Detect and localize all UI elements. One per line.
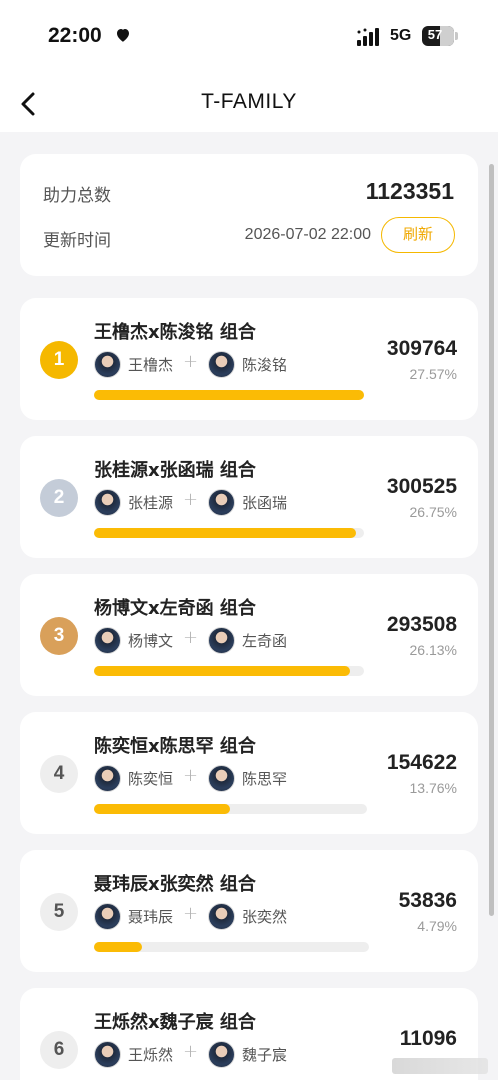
vote-count: 300525 xyxy=(386,475,457,498)
vote-percent: 27.57% xyxy=(409,366,457,382)
vote-count: 293508 xyxy=(386,613,457,636)
member-name: 张奕然 xyxy=(242,907,288,926)
progress-track xyxy=(94,390,364,400)
member-two: 左奇函 xyxy=(208,626,287,654)
group-name: 陈奕恒x陈思罕 组合 xyxy=(94,736,256,757)
vote-percent: 26.13% xyxy=(409,642,457,658)
avatar xyxy=(208,764,235,792)
progress-fill xyxy=(94,666,350,676)
rank-card[interactable]: 3 杨博文x左奇函 组合 杨博文 + 左奇函 293508 26.13% xyxy=(20,574,478,696)
progress-track xyxy=(94,804,367,814)
member-name: 陈思罕 xyxy=(242,769,288,788)
vote-count: 154622 xyxy=(386,751,457,774)
avatar xyxy=(208,902,235,930)
battery-level: 57 xyxy=(427,27,443,42)
progress-fill xyxy=(94,390,364,400)
avatar xyxy=(94,1040,121,1068)
updated-label: 更新时间 xyxy=(43,231,111,251)
signal-icon xyxy=(357,28,379,46)
network-label: 5G xyxy=(390,27,412,44)
total-label: 助力总数 xyxy=(43,186,111,206)
member-name: 陈奕恒 xyxy=(128,769,174,788)
total-value: 1123351 xyxy=(365,178,454,204)
rank-badge: 5 xyxy=(40,893,78,931)
progress-fill xyxy=(94,528,356,538)
member-name: 聂玮辰 xyxy=(128,907,174,926)
plus-icon: + xyxy=(183,1041,199,1062)
member-two: 张函瑞 xyxy=(208,488,287,516)
status-time: 22:00 xyxy=(48,24,102,47)
avatar xyxy=(208,350,235,378)
vote-percent: 13.76% xyxy=(409,780,457,796)
rank-badge: 4 xyxy=(40,755,78,793)
progress-track xyxy=(94,666,364,676)
plus-icon: + xyxy=(183,489,199,510)
heart-icon xyxy=(117,29,129,42)
status-bar: 22:00 5G 57 xyxy=(0,0,498,74)
member-name: 杨博文 xyxy=(128,631,174,650)
member-two: 陈浚铭 xyxy=(208,350,287,378)
member-one: 张桂源 xyxy=(94,488,173,516)
member-two: 张奕然 xyxy=(208,902,287,930)
member-name: 王烁然 xyxy=(128,1045,174,1064)
battery-icon: 57 xyxy=(422,26,454,46)
member-one: 王烁然 xyxy=(94,1040,173,1068)
group-name: 王烁然x魏子宸 组合 xyxy=(94,1012,256,1033)
member-name: 陈浚铭 xyxy=(242,355,288,374)
avatar xyxy=(94,350,121,378)
member-one: 陈奕恒 xyxy=(94,764,173,792)
rank-card[interactable]: 2 张桂源x张函瑞 组合 张桂源 + 张函瑞 300525 26.75% xyxy=(20,436,478,558)
member-two: 魏子宸 xyxy=(208,1040,287,1068)
member-two: 陈思罕 xyxy=(208,764,287,792)
member-one: 王橹杰 xyxy=(94,350,173,378)
vote-count: 309764 xyxy=(386,337,457,360)
member-one: 聂玮辰 xyxy=(94,902,173,930)
vote-percent: 4.79% xyxy=(417,918,457,934)
rank-badge: 3 xyxy=(40,617,78,655)
home-indicator xyxy=(392,1058,488,1074)
refresh-button[interactable]: 刷新 xyxy=(381,217,455,253)
summary-card: 助力总数 1123351 更新时间 2026-07-02 22:00 刷新 xyxy=(20,154,478,276)
member-name: 张函瑞 xyxy=(242,493,288,512)
plus-icon: + xyxy=(183,351,199,372)
member-one: 杨博文 xyxy=(94,626,173,654)
progress-track xyxy=(94,942,369,952)
member-name: 左奇函 xyxy=(242,631,288,650)
member-name: 王橹杰 xyxy=(128,355,174,374)
vote-count: 11096 xyxy=(399,1027,457,1050)
group-name: 杨博文x左奇函 组合 xyxy=(94,598,256,619)
rank-card[interactable]: 1 王橹杰x陈浚铭 组合 王橹杰 + 陈浚铭 309764 27.57% xyxy=(20,298,478,420)
rank-card[interactable]: 4 陈奕恒x陈思罕 组合 陈奕恒 + 陈思罕 154622 13.76% xyxy=(20,712,478,834)
battery-cap xyxy=(455,32,458,40)
rank-badge: 2 xyxy=(40,479,78,517)
vote-count: 53836 xyxy=(398,889,457,912)
avatar xyxy=(94,488,121,516)
group-name: 张桂源x张函瑞 组合 xyxy=(94,460,256,481)
nav-bar: T-FAMILY xyxy=(0,74,498,132)
plus-icon: + xyxy=(183,627,199,648)
member-name: 张桂源 xyxy=(128,493,174,512)
progress-track xyxy=(94,528,364,538)
avatar xyxy=(94,764,121,792)
vote-percent: 26.75% xyxy=(409,504,457,520)
avatar xyxy=(208,1040,235,1068)
group-name: 聂玮辰x张奕然 组合 xyxy=(94,874,256,895)
updated-value: 2026-07-02 22:00 xyxy=(244,226,371,243)
avatar xyxy=(208,488,235,516)
plus-icon: + xyxy=(183,903,199,924)
group-name: 王橹杰x陈浚铭 组合 xyxy=(94,322,256,343)
avatar xyxy=(94,902,121,930)
page-title: T-FAMILY xyxy=(201,90,297,113)
rank-badge: 1 xyxy=(40,341,78,379)
scrollbar[interactable] xyxy=(489,164,494,916)
member-name: 魏子宸 xyxy=(242,1045,288,1064)
plus-icon: + xyxy=(183,765,199,786)
progress-fill xyxy=(94,804,231,814)
progress-fill xyxy=(94,942,142,952)
rank-badge: 6 xyxy=(40,1031,78,1069)
avatar xyxy=(94,626,121,654)
avatar xyxy=(208,626,235,654)
rank-card[interactable]: 5 聂玮辰x张奕然 组合 聂玮辰 + 张奕然 53836 4.79% xyxy=(20,850,478,972)
